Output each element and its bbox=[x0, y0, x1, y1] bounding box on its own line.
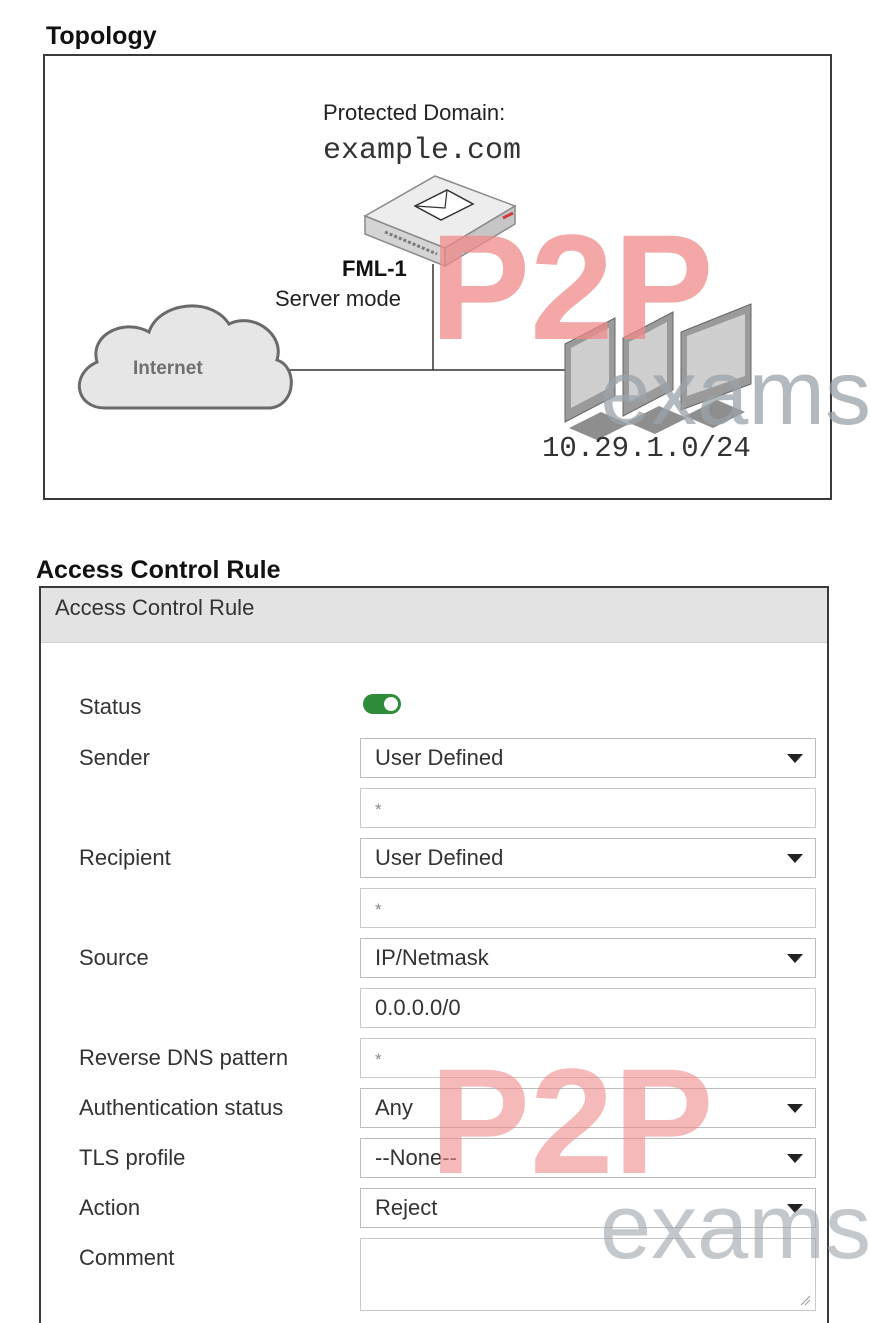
auth-status-select[interactable]: Any bbox=[360, 1088, 816, 1128]
action-select[interactable]: Reject bbox=[360, 1188, 816, 1228]
source-select[interactable]: IP/Netmask bbox=[360, 938, 816, 978]
chevron-down-icon bbox=[787, 754, 803, 763]
internet-cloud-icon bbox=[78, 304, 293, 410]
chevron-down-icon bbox=[787, 854, 803, 863]
topology-diagram: Protected Domain: example.com FML-1 Serv… bbox=[43, 54, 832, 500]
access-control-rule-panel: Access Control Rule Status Sender User D… bbox=[39, 586, 829, 1323]
topology-title: Topology bbox=[46, 22, 157, 50]
sender-select-value: User Defined bbox=[375, 745, 504, 770]
device-mode: Server mode bbox=[275, 286, 401, 311]
access-control-section-title: Access Control Rule bbox=[36, 556, 281, 584]
status-label: Status bbox=[79, 694, 142, 719]
tls-profile-select[interactable]: --None-- bbox=[360, 1138, 816, 1178]
status-toggle[interactable] bbox=[363, 694, 401, 714]
recipient-select[interactable]: User Defined bbox=[360, 838, 816, 878]
sender-select[interactable]: User Defined bbox=[360, 738, 816, 778]
recipient-pattern-input[interactable]: * bbox=[360, 888, 816, 928]
source-netmask-input[interactable]: 0.0.0.0/0 bbox=[360, 988, 816, 1028]
resize-grip-icon[interactable] bbox=[799, 1294, 811, 1306]
reverse-dns-input[interactable]: * bbox=[360, 1038, 816, 1078]
source-select-value: IP/Netmask bbox=[375, 945, 489, 970]
chevron-down-icon bbox=[787, 1104, 803, 1113]
mail-appliance-icon bbox=[363, 175, 517, 268]
tls-profile-label: TLS profile bbox=[79, 1145, 186, 1170]
sender-pattern-input[interactable]: * bbox=[360, 788, 816, 828]
auth-status-label: Authentication status bbox=[79, 1095, 284, 1120]
panel-header: Access Control Rule bbox=[41, 588, 827, 643]
chevron-down-icon bbox=[787, 1154, 803, 1163]
protected-domain-label: Protected Domain: bbox=[323, 100, 506, 125]
chevron-down-icon bbox=[787, 954, 803, 963]
workstations-icon bbox=[564, 303, 752, 440]
device-name: FML-1 bbox=[342, 256, 407, 281]
recipient-select-value: User Defined bbox=[375, 845, 504, 870]
comment-textarea[interactable] bbox=[360, 1238, 816, 1311]
internet-label: Internet bbox=[133, 358, 203, 379]
recipient-label: Recipient bbox=[79, 845, 171, 870]
chevron-down-icon bbox=[787, 1204, 803, 1213]
action-label: Action bbox=[79, 1195, 141, 1220]
protected-domain-value: example.com bbox=[323, 134, 522, 168]
source-label: Source bbox=[79, 945, 149, 970]
reverse-dns-label: Reverse DNS pattern bbox=[79, 1045, 289, 1070]
subnet-label: 10.29.1.0/24 bbox=[542, 432, 751, 465]
sender-label: Sender bbox=[79, 745, 150, 770]
comment-label: Comment bbox=[79, 1245, 175, 1270]
